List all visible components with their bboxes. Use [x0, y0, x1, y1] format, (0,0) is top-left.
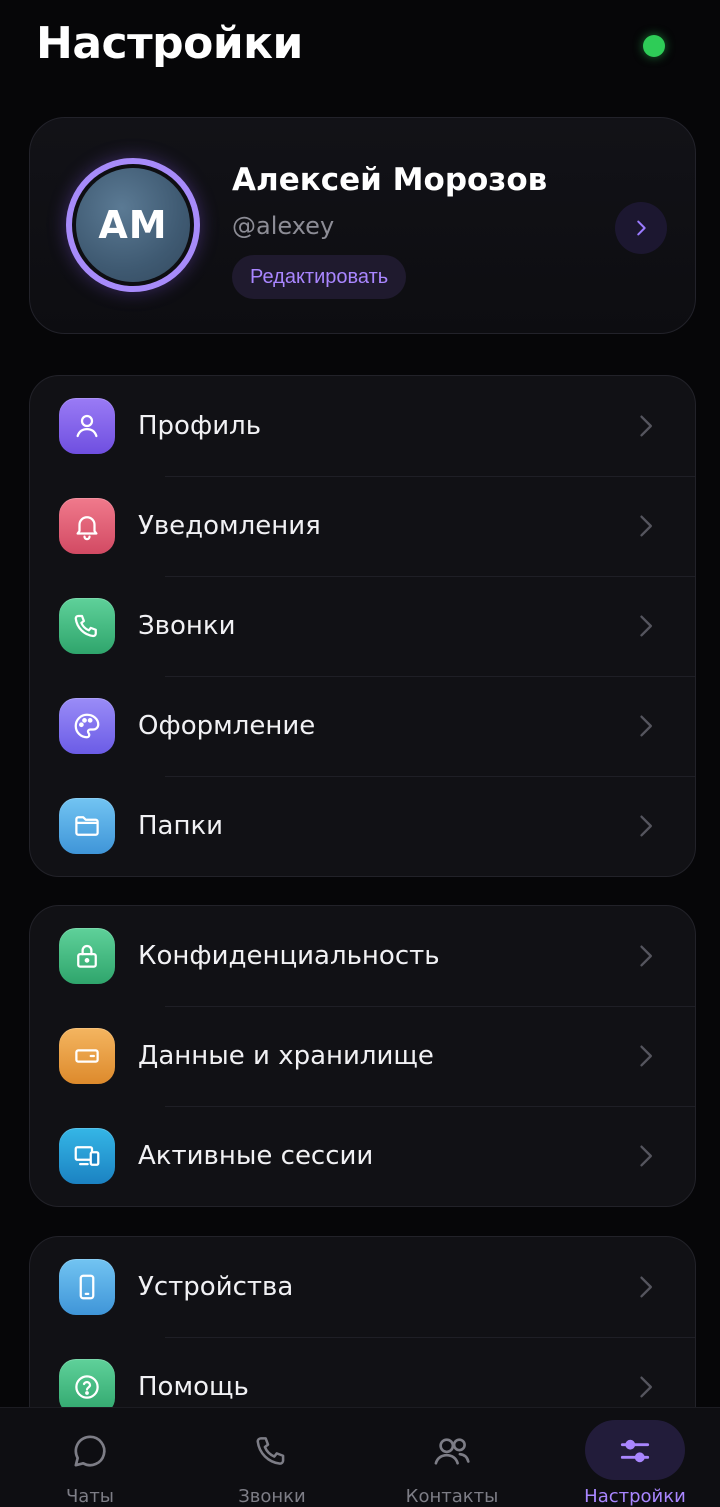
profile-card[interactable]: АМ Алексей Морозов @alexey Редактировать	[29, 117, 696, 334]
settings-row-calls[interactable]: Звонки	[30, 576, 695, 676]
devices-icon	[59, 1128, 115, 1184]
chevron-right-icon	[640, 1045, 652, 1067]
settings-row-label: Активные сессии	[138, 1141, 374, 1171]
settings-row-devices[interactable]: Устройства	[30, 1237, 695, 1337]
settings-row-label: Оформление	[138, 711, 316, 741]
edit-profile-button[interactable]: Редактировать	[232, 255, 407, 299]
settings-row-label: Профиль	[138, 411, 262, 441]
bottom-tab-bar: Чаты Звонки Контакты Настройки	[0, 1407, 720, 1507]
palette-icon	[59, 698, 115, 754]
settings-row-label: Устройства	[138, 1272, 294, 1302]
phone-icon	[59, 598, 115, 654]
profile-username: @alexey	[232, 212, 335, 240]
tab-label: Контакты	[405, 1486, 499, 1507]
avatar[interactable]: АМ	[76, 168, 190, 282]
tab-label: Настройки	[584, 1486, 686, 1507]
tab-label: Чаты	[65, 1486, 115, 1507]
settings-screen: Настройки АМ Алексей Морозов @alexey Ред…	[0, 0, 720, 1507]
lock-icon	[59, 928, 115, 984]
online-status-indicator	[643, 35, 665, 57]
chevron-right-icon	[640, 715, 652, 737]
chevron-right-icon	[640, 1376, 652, 1398]
chevron-right-icon	[640, 515, 652, 537]
chevron-right-icon	[640, 815, 652, 837]
chevron-right-icon	[640, 415, 652, 437]
settings-row-label: Данные и хранилище	[138, 1041, 434, 1071]
chevron-right-icon	[640, 615, 652, 637]
sliders-icon	[620, 1439, 650, 1463]
tab-contacts[interactable]: Контакты	[362, 1408, 542, 1507]
contacts-icon	[434, 1438, 470, 1465]
settings-group-privacy: Конфиденциальность Данные и хранилище Ак…	[29, 905, 696, 1207]
storage-icon	[59, 1028, 115, 1084]
profile-name: Алексей Морозов	[232, 162, 548, 198]
smartphone-icon	[59, 1259, 115, 1315]
settings-row-label: Уведомления	[138, 511, 321, 541]
bell-icon	[59, 498, 115, 554]
open-profile-button[interactable]	[615, 202, 667, 254]
settings-row-notifications[interactable]: Уведомления	[30, 476, 695, 576]
settings-row-folders[interactable]: Папки	[30, 776, 695, 876]
settings-row-label: Конфиденциальность	[138, 941, 440, 971]
tab-label: Звонки	[238, 1486, 306, 1507]
settings-row-label: Звонки	[138, 611, 236, 641]
chevron-right-icon	[640, 945, 652, 967]
chat-icon	[74, 1435, 106, 1467]
chevron-right-icon	[640, 1145, 652, 1167]
user-icon	[59, 398, 115, 454]
settings-row-label: Папки	[138, 811, 224, 841]
tab-calls[interactable]: Звонки	[182, 1408, 362, 1507]
settings-row-privacy[interactable]: Конфиденциальность	[30, 906, 695, 1006]
avatar-ring: АМ	[66, 158, 200, 292]
settings-row-label: Помощь	[138, 1372, 249, 1402]
settings-row-data-storage[interactable]: Данные и хранилище	[30, 1006, 695, 1106]
phone-icon	[256, 1437, 285, 1465]
settings-row-appearance[interactable]: Оформление	[30, 676, 695, 776]
tab-chats[interactable]: Чаты	[0, 1408, 180, 1507]
chevron-right-icon	[637, 220, 646, 236]
page-title: Настройки	[36, 18, 303, 69]
settings-row-profile[interactable]: Профиль	[30, 376, 695, 476]
chevron-right-icon	[640, 1276, 652, 1298]
settings-group-main: Профиль Уведомления Звонки Оформление Па…	[29, 375, 696, 877]
tab-settings[interactable]: Настройки	[545, 1408, 720, 1507]
settings-row-active-sessions[interactable]: Активные сессии	[30, 1106, 695, 1206]
folder-icon	[59, 798, 115, 854]
